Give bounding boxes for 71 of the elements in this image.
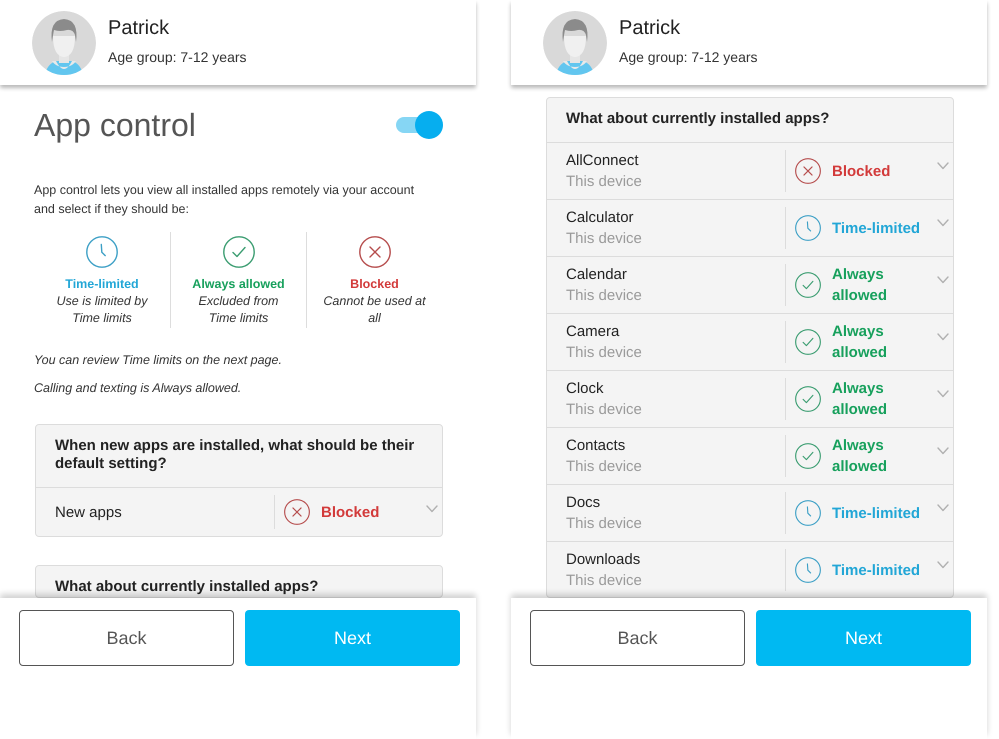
back-button[interactable]: Back bbox=[530, 610, 745, 666]
chevron-down-icon bbox=[937, 333, 949, 341]
x-circle-icon bbox=[358, 236, 390, 268]
status-dropdown[interactable]: Always allowed bbox=[785, 321, 953, 363]
device-label: This device bbox=[566, 343, 643, 363]
status-dropdown[interactable]: Time-limited bbox=[785, 549, 953, 591]
x-circle-icon bbox=[795, 158, 821, 184]
intro-text: App control lets you view all installed apps remotely via your account and select if they should be: bbox=[34, 182, 416, 218]
check-circle-icon bbox=[795, 386, 821, 412]
app-name: Docs bbox=[566, 493, 602, 513]
chevron-down-icon bbox=[937, 447, 949, 455]
page-title: App control bbox=[34, 106, 196, 144]
card-question: What about currently installed apps? bbox=[54, 576, 320, 596]
clock-icon bbox=[795, 557, 821, 583]
chevron-down-icon bbox=[937, 561, 949, 569]
app-name: Contacts bbox=[566, 436, 626, 456]
app-name: New apps bbox=[55, 502, 123, 522]
chevron-down-icon bbox=[937, 219, 949, 227]
status-dropdown[interactable]: Always allowed bbox=[785, 378, 953, 420]
status-dropdown[interactable]: Blocked bbox=[785, 150, 953, 192]
option-title: Always allowed bbox=[192, 276, 285, 292]
app-name: Calendar bbox=[566, 265, 628, 285]
chevron-down-icon bbox=[426, 505, 438, 513]
check-circle-icon bbox=[795, 272, 821, 298]
next-button[interactable]: Next bbox=[756, 610, 971, 666]
status-dropdown[interactable]: Always allowed bbox=[785, 264, 953, 306]
option-description: Use is limited by Time limits bbox=[56, 292, 149, 326]
status-dropdown[interactable]: Always allowed bbox=[785, 435, 953, 477]
device-label: This device bbox=[566, 571, 643, 591]
device-label: This device bbox=[566, 229, 643, 249]
status-dropdown[interactable]: Time-limited bbox=[785, 492, 953, 534]
check-circle-icon bbox=[795, 443, 821, 469]
option-description: Excluded from Time limits bbox=[198, 292, 280, 326]
chevron-down-icon bbox=[937, 162, 949, 170]
option-title: Time-limited bbox=[65, 276, 139, 292]
x-circle-icon bbox=[284, 499, 310, 525]
back-button[interactable]: Back bbox=[19, 610, 234, 666]
check-circle-icon bbox=[222, 236, 254, 268]
profile-name: Patrick bbox=[619, 16, 682, 41]
app-name: Clock bbox=[566, 379, 605, 399]
profile-name: Patrick bbox=[108, 16, 170, 41]
avatar-icon bbox=[32, 10, 96, 74]
avatar-icon bbox=[543, 10, 607, 74]
app-name: AllConnect bbox=[566, 151, 640, 171]
note-text: You can review Time limits on the next page. bbox=[34, 352, 283, 368]
next-button[interactable]: Next bbox=[245, 610, 460, 666]
device-label: This device bbox=[566, 286, 643, 306]
clock-icon bbox=[795, 215, 821, 241]
chevron-down-icon bbox=[937, 276, 949, 284]
status-dropdown[interactable]: Time-limited bbox=[785, 207, 953, 249]
device-label: This device bbox=[566, 514, 643, 534]
clock-icon bbox=[86, 236, 118, 268]
clock-icon bbox=[795, 500, 821, 526]
chevron-down-icon bbox=[937, 504, 949, 512]
check-circle-icon bbox=[795, 329, 821, 355]
option-description: Cannot be used at all bbox=[322, 292, 426, 326]
device-label: This device bbox=[566, 457, 643, 477]
chevron-down-icon bbox=[937, 390, 949, 398]
note-text: Calling and texting is Always allowed. bbox=[34, 380, 242, 396]
app-name: Downloads bbox=[566, 550, 642, 570]
option-title: Blocked bbox=[350, 276, 399, 292]
age-group-text: Age group: 7-12 years bbox=[108, 48, 247, 67]
card-question: When new apps are installed, what should be their default setting? bbox=[54, 436, 416, 474]
toggle-switch[interactable] bbox=[396, 111, 443, 139]
status-dropdown[interactable]: Blocked bbox=[274, 495, 449, 529]
app-name: Calculator bbox=[566, 208, 635, 228]
device-label: This device bbox=[566, 400, 643, 420]
card-question: What about currently installed apps? bbox=[565, 109, 830, 129]
app-name: Camera bbox=[566, 322, 620, 342]
device-label: This device bbox=[566, 172, 643, 192]
age-group-text: Age group: 7-12 years bbox=[619, 48, 758, 67]
